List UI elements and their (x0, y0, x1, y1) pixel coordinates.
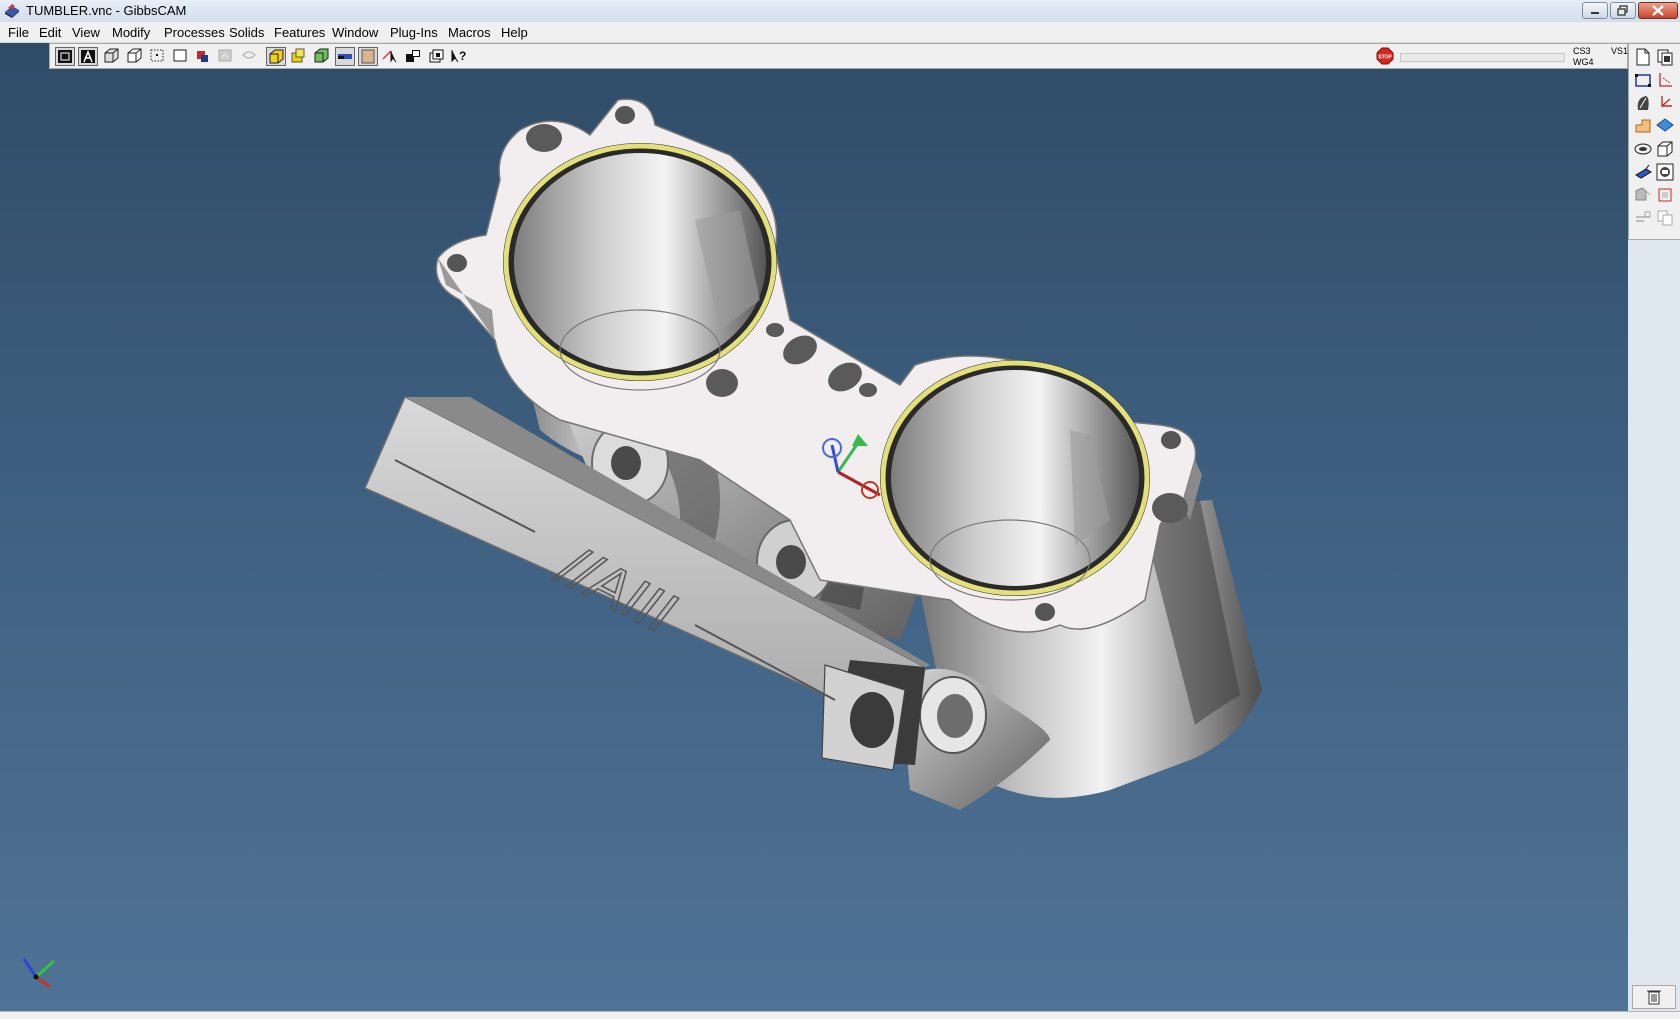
view-point-button[interactable] (148, 47, 168, 66)
svg-text:STOP: STOP (1378, 55, 1392, 61)
view-shaded-button[interactable] (266, 47, 286, 66)
rectangle-icon[interactable] (1634, 71, 1652, 89)
menu-modify[interactable]: Modify (112, 25, 150, 40)
view-highlight-button[interactable] (289, 47, 309, 66)
select-pointer-button[interactable] (381, 47, 401, 66)
view-display-icon (338, 54, 352, 59)
restore-button[interactable] (1610, 2, 1636, 19)
view-cube-icon (127, 48, 142, 63)
graphics-viewport[interactable]: //AIII (0, 43, 1628, 1011)
trash-button[interactable] (1632, 985, 1676, 1009)
disabled-copy-icon[interactable] (1656, 209, 1674, 227)
select-layers-icon (429, 49, 444, 63)
context-help-button[interactable]: ? (450, 47, 470, 66)
view-solid-box-button[interactable] (102, 47, 122, 66)
disabled-process-icon[interactable] (1634, 209, 1652, 227)
menu-processes[interactable]: Processes (164, 25, 225, 40)
cylinder-block-model[interactable]: //AIII (0, 43, 1628, 1011)
app-icon (5, 4, 19, 18)
context-help-icon: ? (451, 49, 466, 63)
view-solid-box-icon (104, 48, 119, 63)
view-color-icon (197, 51, 208, 62)
select-layers-button[interactable] (427, 47, 447, 66)
menu-help[interactable]: Help (501, 25, 528, 40)
menu-window[interactable]: Window (332, 25, 378, 40)
surface-icon[interactable] (1634, 140, 1652, 158)
window-title: TUMBLER.vnc - GibbsCAM (26, 3, 187, 18)
coordinate-system-label[interactable]: CS3 (1573, 46, 1591, 56)
view-toolbar: ? STOP CS3 WG4 VS1 (49, 43, 1628, 69)
select-stack-icon (406, 50, 420, 62)
menu-bar: File Edit View Modify Processes Solids F… (0, 22, 1680, 43)
view-rectangle-icon (173, 49, 187, 62)
close-button[interactable] (1638, 2, 1678, 19)
process-icon[interactable] (1634, 186, 1652, 204)
coordinate-icon[interactable] (1656, 94, 1674, 112)
view-shaded-icon (269, 49, 284, 64)
view-material-button[interactable] (358, 47, 378, 66)
menu-macros[interactable]: Macros (448, 25, 491, 40)
menu-solids[interactable]: Solids (229, 25, 264, 40)
select-pointer-icon (382, 50, 397, 63)
minimize-icon (1591, 12, 1599, 14)
view-hidden-button[interactable] (240, 47, 260, 66)
view-highlight-icon (291, 48, 305, 63)
view-annotation-button[interactable] (78, 47, 98, 66)
view-hidden-icon (242, 51, 256, 59)
spline-icon[interactable] (1634, 94, 1652, 112)
menu-features[interactable]: Features (274, 25, 325, 40)
tool-palette (1628, 43, 1680, 240)
trash-icon (1647, 990, 1661, 1005)
view-annotation-icon (81, 49, 95, 63)
title-bar: TUMBLER.vnc - GibbsCAM (0, 0, 1680, 23)
view-ghost-button[interactable] (216, 47, 236, 66)
minimize-button[interactable] (1582, 2, 1608, 19)
tool-icon[interactable] (1634, 163, 1652, 181)
menu-plug-ins[interactable]: Plug-Ins (390, 25, 438, 40)
stop-icon[interactable]: STOP (1376, 47, 1394, 65)
view-color-button[interactable] (193, 47, 213, 66)
view-wireframe-button[interactable] (55, 47, 75, 66)
menu-view[interactable]: View (72, 25, 100, 40)
menu-file[interactable]: File (8, 25, 29, 40)
restore-icon (1617, 5, 1628, 16)
view-wireframe-icon (58, 50, 72, 63)
menu-edit[interactable]: Edit (39, 25, 61, 40)
plane-icon[interactable] (1656, 117, 1674, 135)
new-document-icon[interactable] (1634, 48, 1652, 66)
view-display-button[interactable] (335, 47, 355, 66)
view-point-icon (150, 49, 164, 62)
solid-icon[interactable] (1656, 140, 1674, 158)
view-render-icon (314, 48, 329, 63)
progress-bar (1400, 53, 1565, 62)
select-stack-button[interactable] (404, 47, 424, 66)
view-ghost-icon (218, 49, 232, 62)
view-cube-button[interactable] (125, 47, 145, 66)
view-render-button[interactable] (312, 47, 332, 66)
svg-text:?: ? (459, 49, 466, 63)
close-icon (1652, 5, 1664, 16)
tool-list-icon[interactable] (1656, 163, 1674, 181)
axis-icon[interactable] (1656, 71, 1674, 89)
document-stack-icon[interactable] (1656, 48, 1674, 66)
operation-icon[interactable] (1656, 186, 1674, 204)
view-rectangle-button[interactable] (171, 47, 191, 66)
view-set-label[interactable]: VS1 (1611, 46, 1628, 56)
view-material-icon (361, 49, 375, 64)
shape-icon[interactable] (1634, 117, 1652, 135)
workgroup-label[interactable]: WG4 (1573, 57, 1594, 67)
axis-triad-icon (22, 958, 55, 989)
